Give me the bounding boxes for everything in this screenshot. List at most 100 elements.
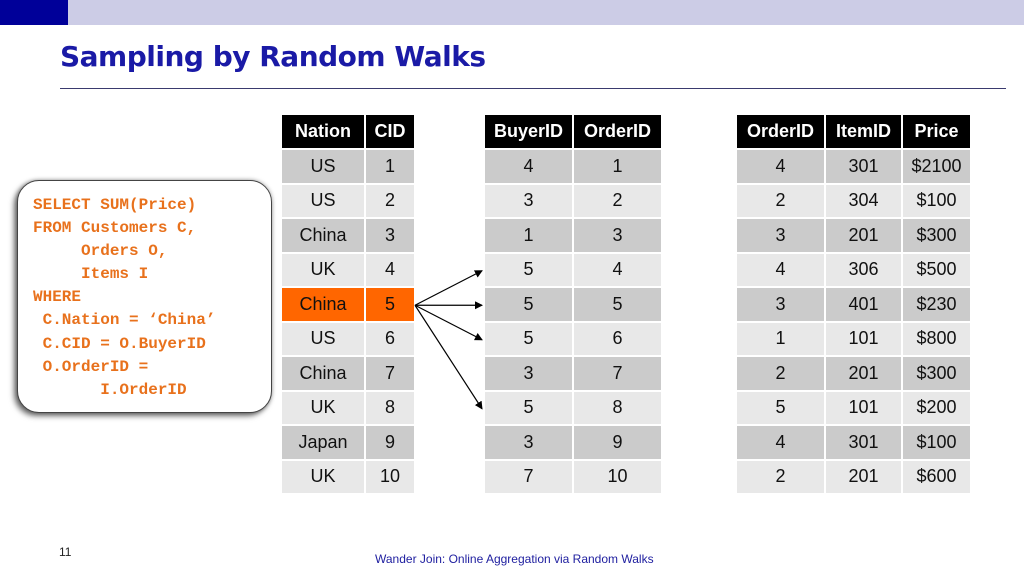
table-cell: 5 (485, 322, 572, 357)
table-row: 37 (485, 357, 661, 392)
table-cell: 8 (574, 391, 661, 426)
walk-arrow (414, 270, 483, 306)
table-cell: 4 (366, 253, 414, 288)
table-cell: 2 (574, 184, 661, 219)
table-cell: 3 (485, 184, 572, 219)
column-header-orderid: OrderID (574, 115, 661, 150)
table-row: 7 10 (485, 460, 661, 495)
table-cell: 1 (737, 322, 824, 357)
table-cell: 2 (737, 460, 824, 495)
table-cell: 7 (574, 357, 661, 392)
table-row: 32 (485, 184, 661, 219)
table-row: 3 201 $300 (737, 219, 970, 254)
sql-line: WHERE (33, 288, 82, 307)
slide-title: Sampling by Random Walks (60, 40, 486, 73)
table-cell: 9 (366, 426, 414, 461)
table-cell: UK (282, 391, 364, 426)
table-cell: 8 (366, 391, 414, 426)
table-row: China 3 (282, 219, 414, 254)
table-row: 13 (485, 219, 661, 254)
table-cell: 3 (574, 219, 661, 254)
table-cell: 301 (826, 150, 901, 185)
header-accent-block (0, 0, 68, 25)
table-cell: 101 (826, 391, 901, 426)
sql-line: SELECT SUM(Price) (33, 196, 197, 214)
column-header-price: Price (903, 115, 970, 150)
table-row: 4 306 $500 (737, 253, 970, 288)
table-row: 3 401 $230 (737, 288, 970, 323)
table-row: US 2 (282, 184, 414, 219)
table-cell: 5 (737, 391, 824, 426)
sql-line: FROM Customers C, (33, 219, 197, 238)
table-cell: 6 (366, 322, 414, 357)
table-row: 56 (485, 322, 661, 357)
table-row: 4 301 $2100 (737, 150, 970, 185)
table-cell: 301 (826, 426, 901, 461)
table-row: US 6 (282, 322, 414, 357)
table-cell: China (282, 357, 364, 392)
table-cell: 10 (574, 460, 661, 495)
table-cell: $200 (903, 391, 970, 426)
table-cell: $600 (903, 460, 970, 495)
sql-line: I.OrderID (33, 380, 187, 399)
table-cell: 1 (574, 150, 661, 185)
walk-arrow (414, 304, 483, 410)
table-cell: UK (282, 253, 364, 288)
table-cell: 4 (574, 253, 661, 288)
table-cell: 5 (366, 288, 414, 323)
table-cell: 401 (826, 288, 901, 323)
table-cell: $100 (903, 184, 970, 219)
table-row: 5 101 $200 (737, 391, 970, 426)
table-cell: 3 (485, 357, 572, 392)
sql-line: C.Nation = ‘China’ (33, 311, 216, 330)
table-cell: 2 (737, 184, 824, 219)
table-cell: 201 (826, 460, 901, 495)
table-cell: 4 (737, 150, 824, 185)
table-row: Japan 9 (282, 426, 414, 461)
table-row: 2 201 $600 (737, 460, 970, 495)
table-cell: $100 (903, 426, 970, 461)
table-cell: US (282, 322, 364, 357)
table-row: 2 201 $300 (737, 357, 970, 392)
table-cell: US (282, 184, 364, 219)
table-row: 39 (485, 426, 661, 461)
table-cell: China (282, 219, 364, 254)
table-row: 58 (485, 391, 661, 426)
table-row: 54 (485, 253, 661, 288)
table-row: UK 10 (282, 460, 414, 495)
table-row-highlighted: China 5 (282, 288, 414, 323)
table-cell: $300 (903, 357, 970, 392)
table-cell: 1 (366, 150, 414, 185)
table-cell: 4 (737, 253, 824, 288)
column-header-buyerid: BuyerID (485, 115, 572, 150)
table-cell: Japan (282, 426, 364, 461)
table-cell: $500 (903, 253, 970, 288)
table-cell: $230 (903, 288, 970, 323)
table-cell: 4 (485, 150, 572, 185)
table-row: US 1 (282, 150, 414, 185)
table-cell: US (282, 150, 364, 185)
table-cell: 3 (485, 426, 572, 461)
table-cell: 6 (574, 322, 661, 357)
column-header-orderid: OrderID (737, 115, 824, 150)
footer-text: Wander Join: Online Aggregation via Rand… (375, 552, 654, 566)
orders-table: BuyerID OrderID 4 1 3 2 1 3 5 4 5 5 5 6 3 7 5 8 3 9 7 10 (483, 115, 663, 495)
column-header-nation: Nation (282, 115, 364, 150)
table-row: UK 8 (282, 391, 414, 426)
table-cell: $800 (903, 322, 970, 357)
table-cell: 5 (485, 288, 572, 323)
table-cell: 4 (737, 426, 824, 461)
table-row: 4 301 $100 (737, 426, 970, 461)
table-cell: 7 (366, 357, 414, 392)
table-cell: UK (282, 460, 364, 495)
table-cell: 306 (826, 253, 901, 288)
table-cell: 304 (826, 184, 901, 219)
table-row: 1 101 $800 (737, 322, 970, 357)
table-cell: 3 (366, 219, 414, 254)
customers-table: Nation CID US 1 US 2 China 3 UK 4 China 5 US 6 China… (280, 115, 416, 495)
table-cell: 101 (826, 322, 901, 357)
header-accent-bar (68, 0, 1024, 25)
column-header-itemid: ItemID (826, 115, 901, 150)
items-table: OrderID ItemID Price 4 301 $2100 2 304 $100 3 2… (735, 115, 972, 495)
sql-query-text: SELECT SUM(Price) FROM Customers C, Orde… (33, 194, 215, 402)
